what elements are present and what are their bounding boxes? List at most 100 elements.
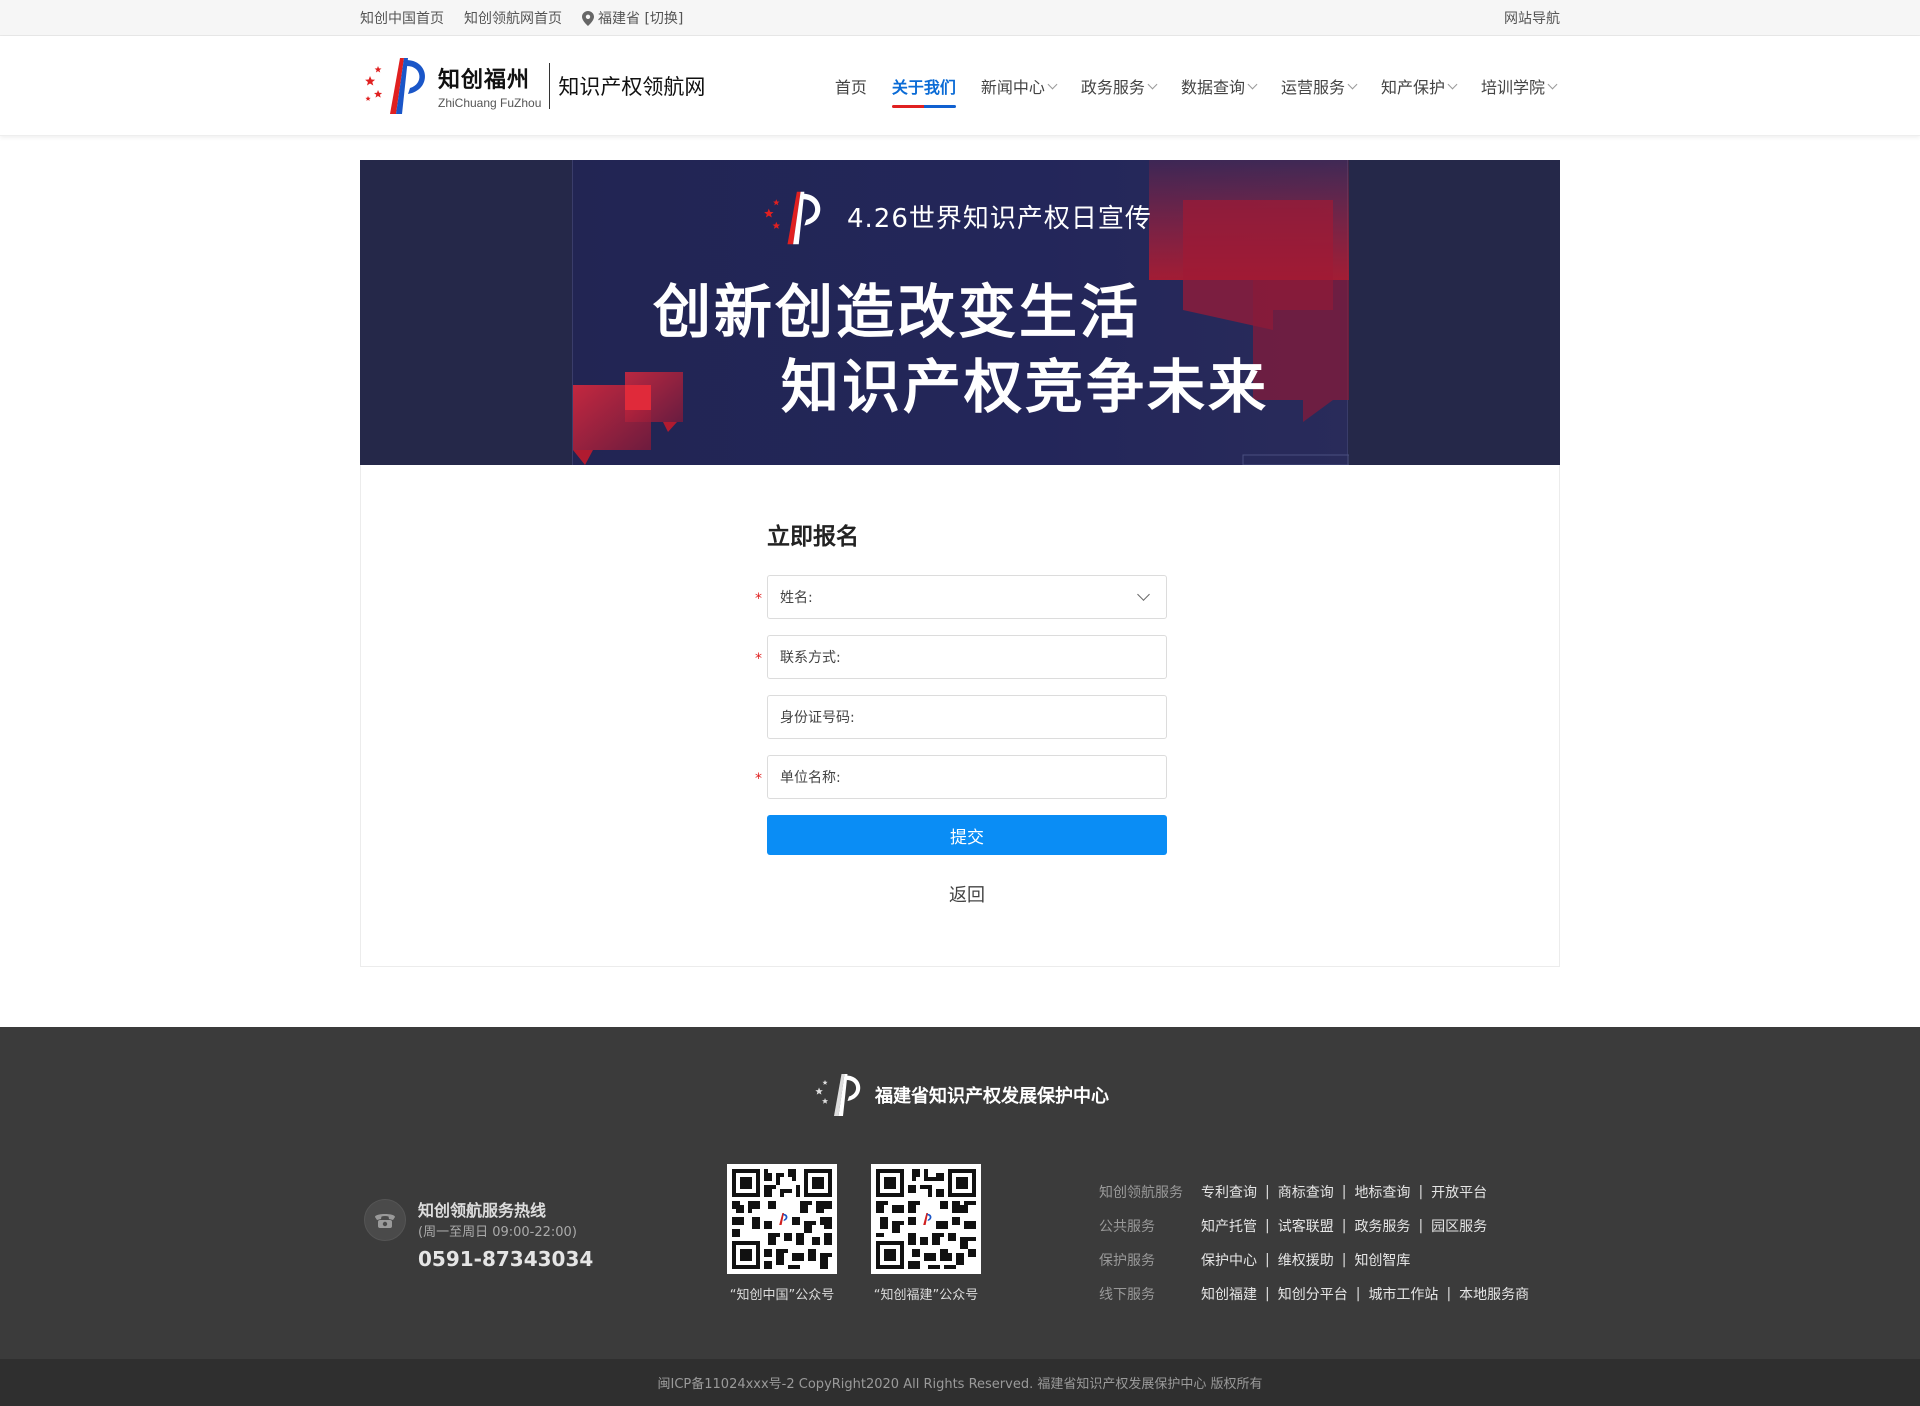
id-number-field[interactable]: 身份证号码:	[767, 695, 1167, 739]
separator: |	[1341, 1252, 1347, 1268]
separator: |	[1418, 1184, 1424, 1200]
footer-link[interactable]: 专利查询	[1201, 1182, 1257, 1202]
separator: |	[1418, 1218, 1424, 1234]
submit-button[interactable]: 提交	[767, 815, 1167, 855]
qr-caption: “知创中国”公众号	[729, 1288, 835, 1303]
footer-links: 知创领航服务 专利查询 | 商标查询 | 地标查询 | 开放平台 公共服务 知产托管 |…	[1099, 1175, 1529, 1311]
required-mark: *	[755, 651, 762, 667]
separator: |	[1265, 1286, 1270, 1302]
location-pin-icon	[582, 10, 594, 26]
link-zhichuang-china-home[interactable]: 知创中国首页	[360, 8, 444, 28]
field-label: 单位名称:	[780, 770, 841, 786]
chevron-down-icon	[1147, 79, 1158, 89]
hotline-number: 0591-87343034	[418, 1247, 594, 1271]
logo-divider	[549, 63, 551, 109]
location-switch[interactable]: 福建省 [切换]	[582, 8, 683, 28]
footer-link-category: 知创领航服务	[1099, 1185, 1183, 1201]
qr-caption: “知创福建”公众号	[873, 1288, 979, 1303]
nav-item-training[interactable]: 培训学院	[1481, 36, 1558, 136]
footer-link[interactable]: 维权援助	[1278, 1250, 1334, 1270]
signup-form: 立即报名 * 姓名: * 联系方式: 身份证号码: * 单位名称: 提交 返回	[755, 465, 1167, 907]
footer-link-row: 知创领航服务 专利查询 | 商标查询 | 地标查询 | 开放平台	[1099, 1175, 1529, 1209]
site-nav-link[interactable]: 网站导航	[1504, 8, 1560, 28]
field-label: 联系方式:	[780, 650, 841, 666]
nav-item-home[interactable]: 首页	[835, 36, 867, 136]
footer-link[interactable]: 试客联盟	[1278, 1216, 1334, 1236]
separator: |	[1265, 1184, 1270, 1200]
nav-item-ip-protection[interactable]: 知产保护	[1380, 36, 1458, 136]
footer-link[interactable]: 知创智库	[1354, 1250, 1410, 1270]
logo-title: 知创福州	[438, 68, 531, 93]
footer-link[interactable]: 知创分平台	[1278, 1284, 1348, 1304]
footer-link-category: 保护服务	[1099, 1253, 1155, 1269]
banner-headline-2: 知识产权竞争未来	[781, 353, 1270, 421]
banner-logo-icon	[764, 191, 821, 245]
signup-section: 立即报名 * 姓名: * 联系方式: 身份证号码: * 单位名称: 提交 返回	[360, 465, 1560, 967]
footer-link-category: 线下服务	[1099, 1287, 1155, 1303]
chevron-down-icon	[1447, 79, 1458, 89]
separator: |	[1355, 1286, 1361, 1302]
nav-label: 数据查询	[1180, 78, 1245, 97]
footer-link[interactable]: 政务服务	[1354, 1216, 1410, 1236]
footer-link[interactable]: 地标查询	[1354, 1182, 1410, 1202]
qr-zhichuang-fujian: “知创福建”公众号	[871, 1164, 981, 1303]
separator: |	[1265, 1218, 1270, 1234]
footer-link[interactable]: 本地服务商	[1459, 1284, 1529, 1304]
footer-link[interactable]: 知创福建	[1201, 1284, 1257, 1304]
top-bar: 知创中国首页 知创领航网首页 福建省 [切换] 网站导航	[0, 0, 1920, 36]
nav-label: 首页	[834, 78, 867, 97]
footer: 福建省知识产权发展保护中心 知创领航服务热线 (周一至周日 09:00-22:0…	[0, 1027, 1920, 1359]
chevron-down-icon	[1347, 79, 1358, 89]
footer-link[interactable]: 商标查询	[1278, 1182, 1334, 1202]
company-name-field[interactable]: * 单位名称:	[755, 755, 1167, 799]
banner-subtitle: 4.26世界知识产权日宣传	[847, 204, 1152, 234]
link-zhichuang-linghang-home[interactable]: 知创领航网首页	[464, 8, 562, 28]
nav-label: 知产保护	[1380, 78, 1445, 97]
qr-code-icon	[727, 1164, 837, 1274]
nav-item-news[interactable]: 新闻中心	[980, 36, 1058, 136]
phone-icon	[364, 1199, 406, 1241]
separator: |	[1341, 1218, 1347, 1234]
separator: |	[1265, 1252, 1270, 1268]
nav-label: 政务服务	[1080, 78, 1145, 97]
nav-item-gov-services[interactable]: 政务服务	[1080, 36, 1158, 136]
copyright-bar: 闽ICP备11024xxx号-2 CopyRight2020 All Right…	[0, 1359, 1920, 1406]
footer-link[interactable]: 城市工作站	[1368, 1284, 1438, 1304]
site-name: 知识产权领航网	[558, 75, 706, 99]
nav-item-operations[interactable]: 运营服务	[1280, 36, 1358, 136]
footer-link-row: 线下服务 知创福建 | 知创分平台 | 城市工作站 | 本地服务商	[1099, 1277, 1529, 1311]
hotline-hours: (周一至周日 09:00-22:00)	[418, 1225, 577, 1240]
contact-field[interactable]: * 联系方式:	[755, 635, 1167, 679]
form-title: 立即报名	[767, 524, 859, 550]
footer-link[interactable]: 知产托管	[1201, 1216, 1257, 1236]
separator: |	[1341, 1184, 1347, 1200]
logo-subtitle: ZhiChuang FuZhou	[438, 96, 542, 110]
banner: 4.26世界知识产权日宣传 创新创造改变生活 知识产权竞争未来	[360, 160, 1560, 465]
required-mark: *	[755, 771, 762, 787]
footer-logo-icon	[815, 1074, 861, 1116]
banner-artwork: 4.26世界知识产权日宣传 创新创造改变生活 知识产权竞争未来	[572, 160, 1349, 465]
chevron-down-icon	[1137, 588, 1150, 601]
banner-headline-1: 创新创造改变生活	[653, 278, 1142, 346]
footer-brand-name: 福建省知识产权发展保护中心	[875, 1086, 1109, 1107]
location-text: 福建省 [切换]	[598, 11, 684, 27]
name-select[interactable]: * 姓名:	[755, 575, 1167, 619]
field-label: 姓名:	[780, 590, 813, 606]
footer-link[interactable]: 开放平台	[1431, 1182, 1487, 1202]
logo-mark-icon	[365, 58, 426, 114]
footer-brand: 福建省知识产权发展保护中心	[0, 1071, 1920, 1119]
nav-label: 关于我们	[891, 78, 956, 97]
nav-item-data-query[interactable]: 数据查询	[1180, 36, 1258, 136]
footer-link-row: 保护服务 保护中心 | 维权援助 | 知创智库	[1099, 1243, 1529, 1277]
nav-item-about[interactable]: 关于我们	[891, 36, 956, 136]
nav-label: 运营服务	[1280, 78, 1345, 97]
separator: |	[1446, 1286, 1452, 1302]
chevron-down-icon	[1047, 79, 1058, 89]
header: 知创福州 ZhiChuang FuZhou 知识产权领航网 首页 关于我们 新闻…	[0, 36, 1920, 136]
logo[interactable]: 知创福州 ZhiChuang FuZhou 知识产权领航网	[360, 54, 705, 118]
footer-link[interactable]: 保护中心	[1201, 1250, 1257, 1270]
back-link[interactable]: 返回	[767, 881, 1167, 907]
chevron-down-icon	[1547, 79, 1558, 89]
nav-label: 新闻中心	[980, 78, 1045, 97]
footer-link[interactable]: 园区服务	[1431, 1216, 1487, 1236]
